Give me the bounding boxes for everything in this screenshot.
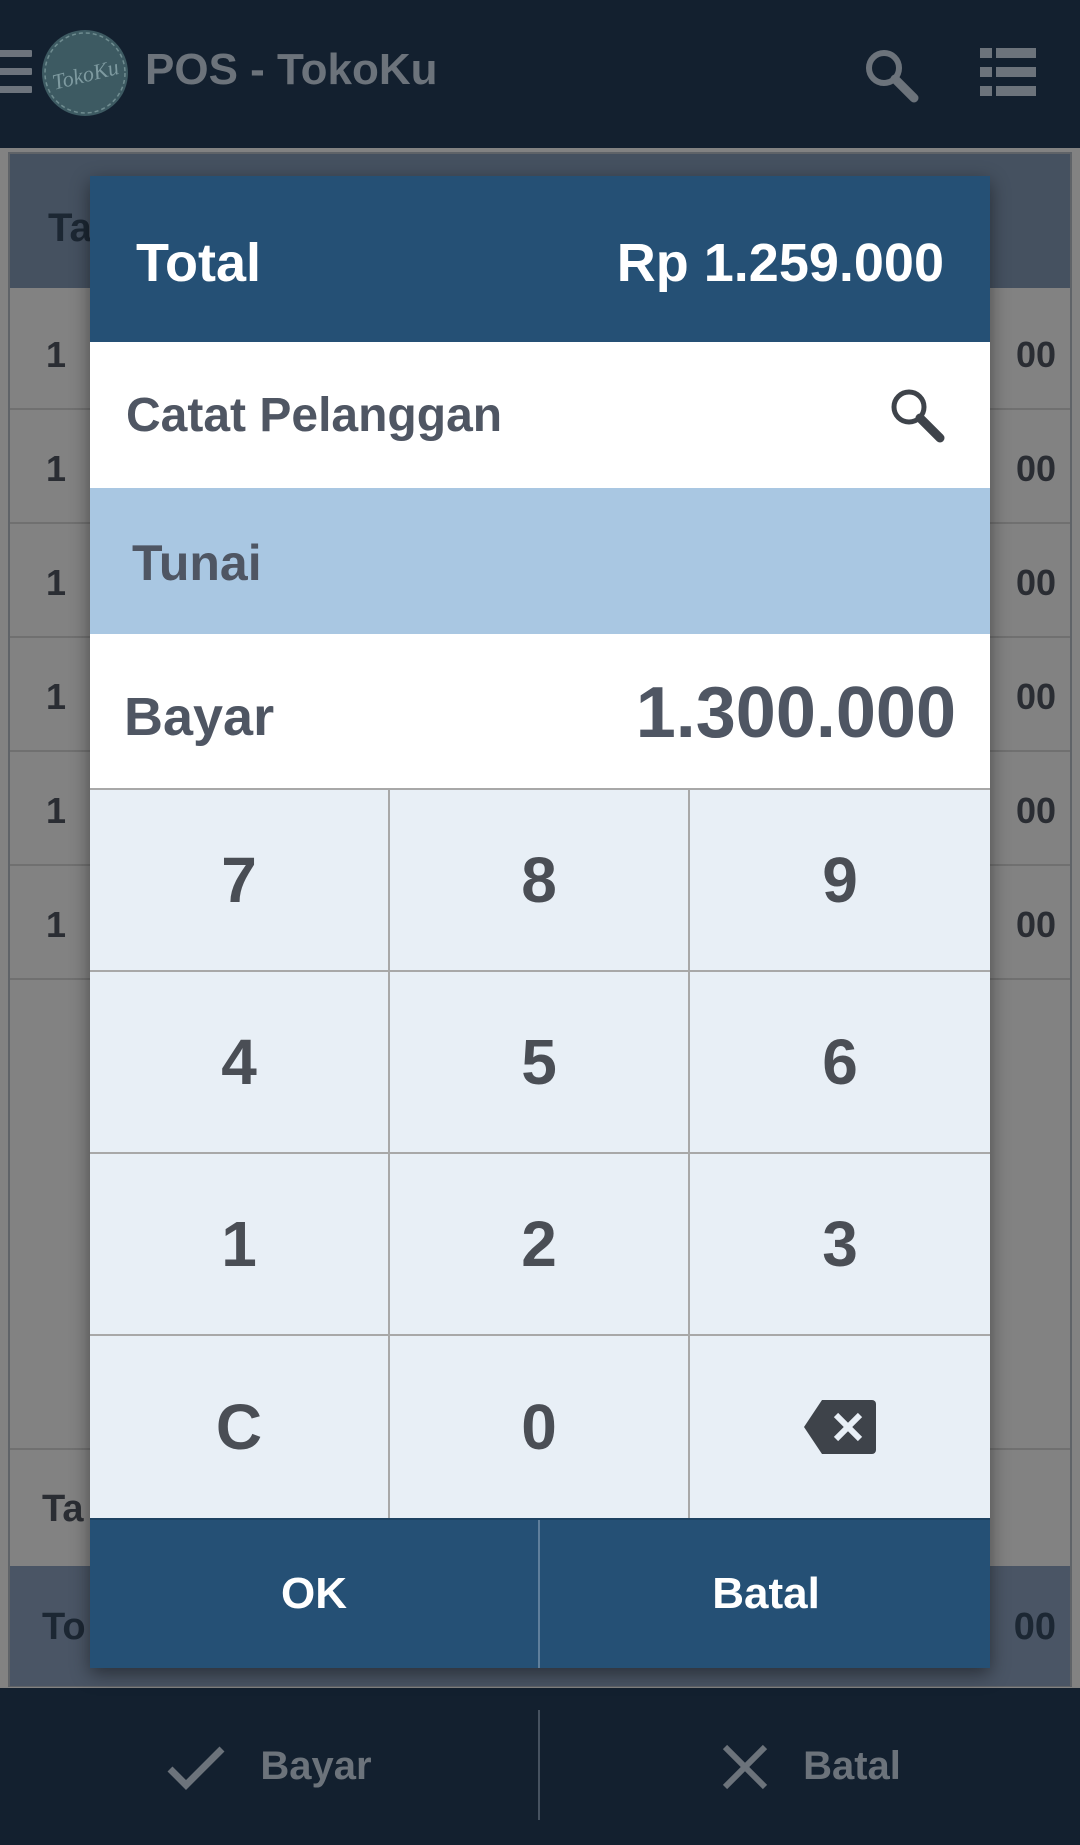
- dialog-header: Total Rp 1.259.000: [90, 176, 990, 342]
- dialog-actions: OK Batal: [90, 1518, 990, 1668]
- cart-header-label: Ta: [48, 206, 92, 250]
- store-logo: TokoKu: [42, 30, 128, 116]
- check-icon: [167, 1746, 225, 1790]
- cart-tax-label: Ta: [42, 1488, 84, 1530]
- cart-row-qty: 1: [46, 904, 67, 945]
- customer-field[interactable]: Catat Pelanggan: [90, 342, 990, 488]
- key-6[interactable]: 6: [690, 972, 990, 1154]
- key-4[interactable]: 4: [90, 972, 390, 1154]
- bottom-action-bar: Bayar Batal: [0, 1688, 1080, 1845]
- cart-row-amount: 00: [1015, 334, 1056, 375]
- total-label: Total: [136, 233, 261, 293]
- payment-method-cash[interactable]: Tunai: [90, 488, 990, 634]
- payment-amount-field[interactable]: Bayar 1.300.000: [90, 634, 990, 790]
- payment-amount-value: 1.300.000: [635, 673, 956, 753]
- cart-row-qty: 1: [46, 448, 67, 489]
- divider: [538, 1520, 540, 1668]
- pay-button-label: Bayar: [260, 1744, 372, 1788]
- cart-total-amount: 00: [1013, 1606, 1056, 1648]
- search-icon[interactable]: [886, 384, 946, 444]
- divider: [538, 1710, 540, 1820]
- key-3[interactable]: 3: [690, 1154, 990, 1336]
- cart-row-amount: 00: [1015, 562, 1056, 603]
- cart-row-amount: 00: [1015, 904, 1056, 945]
- menu-icon[interactable]: [0, 50, 32, 94]
- cart-row-qty: 1: [46, 790, 67, 831]
- cart-row-amount: 00: [1015, 790, 1056, 831]
- key-7[interactable]: 7: [90, 790, 390, 972]
- close-icon: [722, 1744, 768, 1789]
- key-0[interactable]: 0: [390, 1336, 690, 1518]
- app-title: POS - TokoKu: [145, 45, 438, 94]
- cart-row-qty: 1: [46, 562, 67, 603]
- list-view-icon[interactable]: [980, 48, 1036, 96]
- key-9[interactable]: 9: [690, 790, 990, 972]
- cart-total-label: To: [42, 1606, 86, 1648]
- svg-text:TokoKu: TokoKu: [50, 54, 122, 95]
- customer-label: Catat Pelanggan: [126, 389, 503, 442]
- payment-dialog: Total Rp 1.259.000 Catat Pelanggan Tunai…: [90, 176, 990, 1668]
- payment-method-label: Tunai: [132, 535, 262, 591]
- ok-button[interactable]: OK: [90, 1520, 538, 1668]
- cancel-button[interactable]: Batal: [542, 1688, 1080, 1845]
- total-amount: Rp 1.259.000: [616, 233, 944, 293]
- pay-button[interactable]: Bayar: [0, 1688, 538, 1845]
- key-2[interactable]: 2: [390, 1154, 690, 1336]
- backspace-icon: [804, 1400, 876, 1454]
- search-icon[interactable]: [860, 44, 920, 104]
- cancel-button-label: Batal: [803, 1744, 901, 1788]
- key-8[interactable]: 8: [390, 790, 690, 972]
- key-5[interactable]: 5: [390, 972, 690, 1154]
- cart-row-qty: 1: [46, 334, 67, 375]
- logo-image: TokoKu: [44, 32, 126, 114]
- dialog-cancel-button[interactable]: Batal: [542, 1520, 990, 1668]
- cart-row-qty: 1: [46, 676, 67, 717]
- key-1[interactable]: 1: [90, 1154, 390, 1336]
- key-backspace[interactable]: [690, 1336, 990, 1518]
- cart-row-amount: 00: [1015, 448, 1056, 489]
- payment-amount-label: Bayar: [124, 687, 275, 747]
- cart-row-amount: 00: [1015, 676, 1056, 717]
- app-bar: TokoKu POS - TokoKu: [0, 0, 1080, 148]
- numeric-keypad: 7 8 9 4 5 6 1 2 3 C 0: [90, 790, 990, 1518]
- key-clear[interactable]: C: [90, 1336, 390, 1518]
